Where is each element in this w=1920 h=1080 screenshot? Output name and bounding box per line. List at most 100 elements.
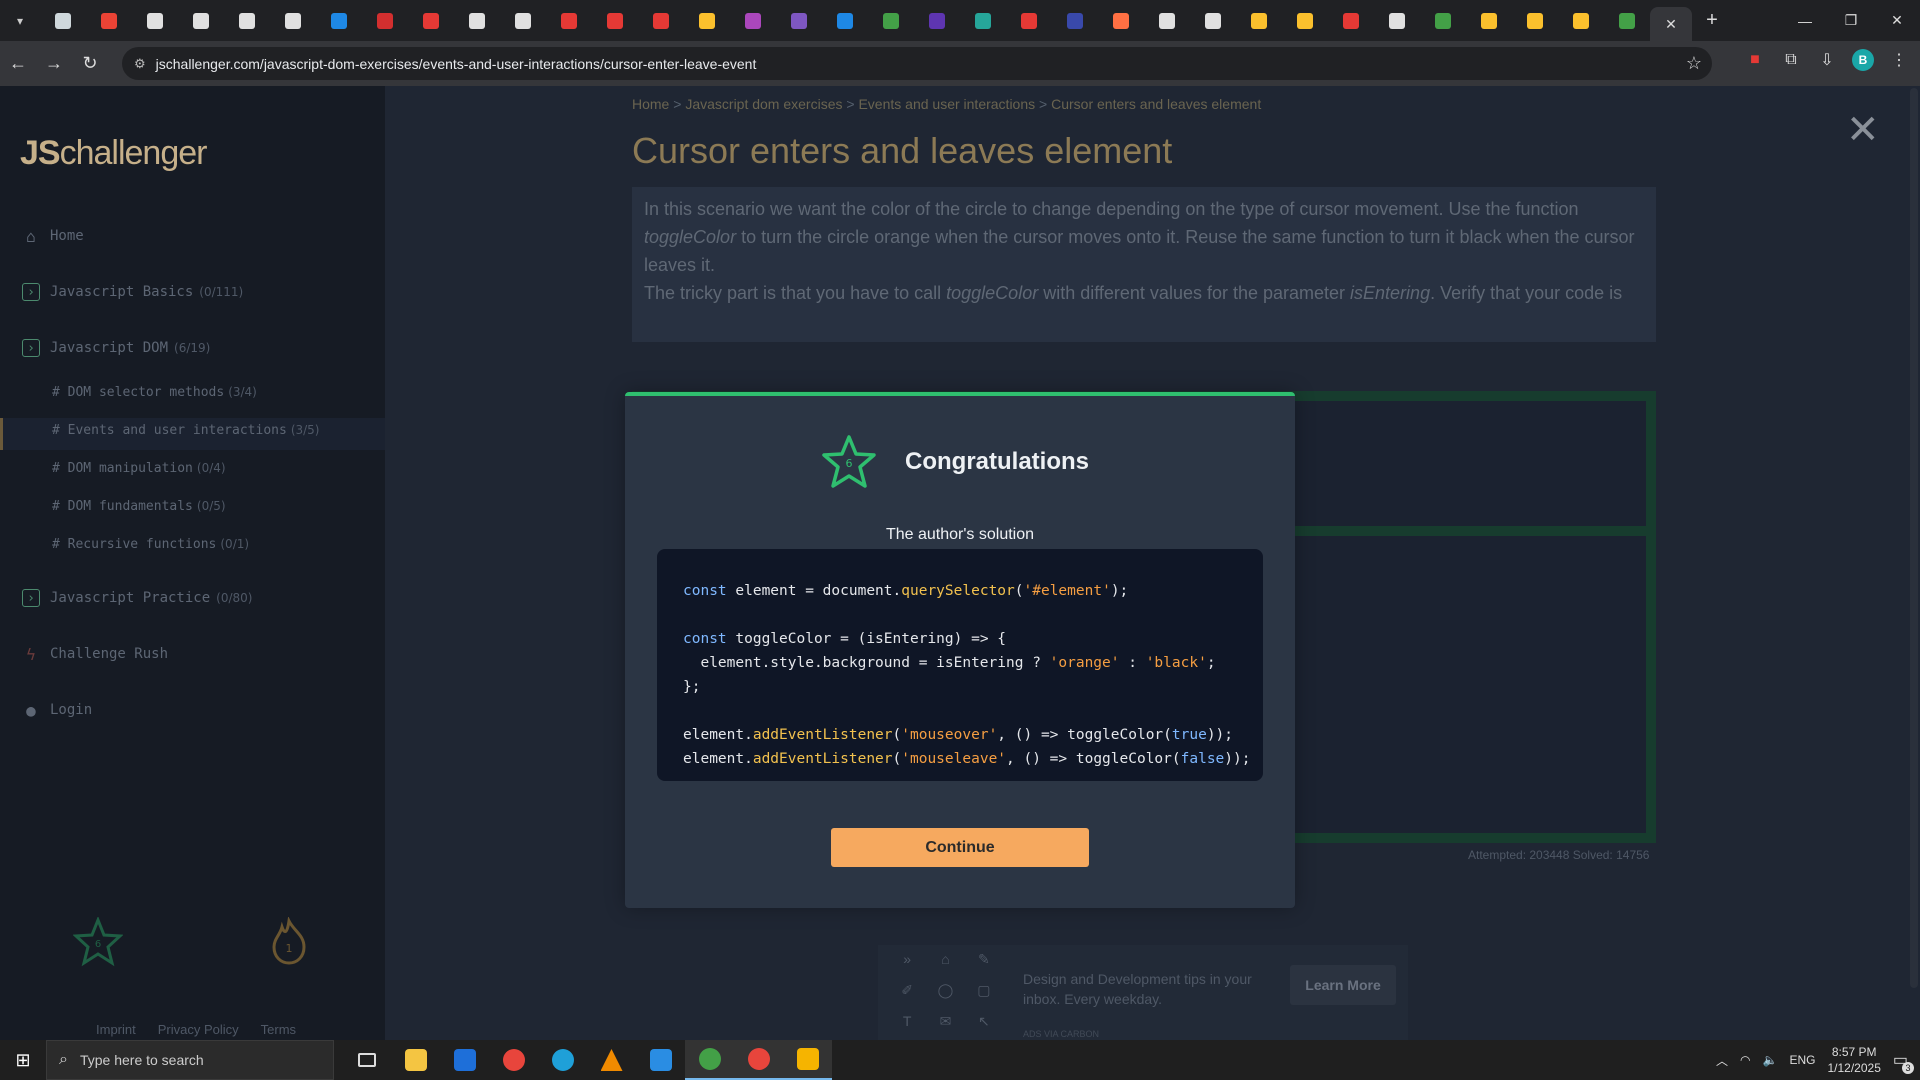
taskbar-search-input[interactable]: ⌕ Type here to search [46, 1040, 334, 1080]
scrollbar-thumb[interactable] [1910, 88, 1918, 988]
browser-tab[interactable] [1052, 0, 1098, 41]
browser-tab[interactable] [546, 0, 592, 41]
browser-tab[interactable] [1604, 0, 1650, 41]
site-info-icon[interactable]: ⚙ [134, 56, 146, 72]
browser-tab[interactable] [1466, 0, 1512, 41]
footer-terms-link[interactable]: Terms [261, 1022, 296, 1037]
sidebar-subitem-recursive-functions[interactable]: # Recursive functions (0/1) [52, 537, 249, 552]
browser-tab[interactable] [178, 0, 224, 41]
sidebar-subitem-dom-manipulation[interactable]: # DOM manipulation (0/4) [52, 461, 226, 476]
edge-icon[interactable] [538, 1040, 587, 1080]
sidebar-subitem-dom-selector-methods[interactable]: # DOM selector methods (3/4) [52, 385, 257, 400]
notifications-icon[interactable]: ▭ 3 [1893, 1050, 1914, 1074]
sidebar-subitem-dom-fundamentals[interactable]: # DOM fundamentals (0/5) [52, 499, 226, 514]
browser-tab[interactable] [914, 0, 960, 41]
browser-tab[interactable] [316, 0, 362, 41]
breadcrumb-home[interactable]: Home [632, 96, 669, 112]
extensions-puzzle-icon[interactable]: ⧉ [1780, 49, 1802, 71]
reload-icon[interactable]: ↻ [72, 46, 108, 82]
browser-tab[interactable] [730, 0, 776, 41]
browser-tab[interactable] [40, 0, 86, 41]
browser-tab[interactable] [1282, 0, 1328, 41]
network-icon[interactable]: ◠ [1740, 1053, 1750, 1067]
file-explorer-icon[interactable] [391, 1040, 440, 1080]
browser-tab[interactable] [1420, 0, 1466, 41]
footer-imprint-link[interactable]: Imprint [96, 1022, 136, 1037]
browser-tab[interactable] [224, 0, 270, 41]
url-text: jschallenger.com/javascript-dom-exercise… [155, 55, 757, 72]
browser-tab[interactable] [1144, 0, 1190, 41]
tab-search-menu-icon[interactable]: ▾ [0, 0, 40, 41]
tab-active-close-icon[interactable]: ✕ [1650, 7, 1692, 41]
browser-tab[interactable] [1098, 0, 1144, 41]
browser-tab[interactable] [362, 0, 408, 41]
browser-tab[interactable] [132, 0, 178, 41]
sidebar-item-count: (0/111) [199, 285, 244, 299]
browser-tab[interactable] [1374, 0, 1420, 41]
chrome-profile-icon[interactable] [685, 1040, 734, 1080]
modal-header: 6 Congratulations [821, 434, 1089, 490]
ad-learn-more-button[interactable]: Learn More [1290, 965, 1396, 1005]
clock[interactable]: 8:57 PM 1/12/2025 [1827, 1044, 1880, 1076]
recorder-extension-icon[interactable]: ■ [1744, 49, 1766, 71]
address-bar[interactable]: ⚙ jschallenger.com/javascript-dom-exerci… [122, 47, 1712, 80]
browser-tab[interactable] [1512, 0, 1558, 41]
continue-button[interactable]: Continue [831, 828, 1089, 867]
sidebar-item-label: Javascript DOM [50, 340, 169, 356]
browser-tab[interactable] [592, 0, 638, 41]
vlc-icon[interactable] [587, 1040, 636, 1080]
browser-tab[interactable] [684, 0, 730, 41]
browser-tab[interactable] [1006, 0, 1052, 41]
browser-tab[interactable] [454, 0, 500, 41]
close-icon[interactable]: ✕ [1846, 110, 1880, 150]
breadcrumb-topic[interactable]: Events and user interactions [858, 96, 1035, 112]
sidebar-subitem-events-and-user-interactions[interactable]: # Events and user interactions (3/5) [52, 423, 320, 438]
tray-chevron-icon[interactable]: ︿ [1716, 1052, 1728, 1069]
download-icon[interactable]: ⇩ [1816, 49, 1838, 71]
browser-tab[interactable] [776, 0, 822, 41]
page-scrollbar[interactable] [1906, 86, 1920, 1040]
profile-avatar[interactable]: B [1852, 49, 1874, 71]
browser-tab[interactable] [1190, 0, 1236, 41]
sidebar-item-javascript-dom[interactable]: › Javascript DOM (6/19) [22, 339, 210, 357]
browser-tab[interactable] [1328, 0, 1374, 41]
bookmark-star-icon[interactable]: ☆ [1686, 53, 1702, 74]
browser-tab[interactable] [500, 0, 546, 41]
minimize-icon[interactable]: — [1782, 0, 1828, 41]
carbon-ad[interactable]: » ⌂ ✎ ✐ ◯ ▢ T ✉ ↖ Design and Development tips … [878, 945, 1408, 1040]
back-icon[interactable]: ← [0, 46, 36, 82]
windows-start-icon[interactable]: ⊞ [0, 1040, 46, 1080]
sidebar-item-javascript-basics[interactable]: › Javascript Basics (0/111) [22, 283, 243, 301]
close-window-icon[interactable]: ✕ [1874, 0, 1920, 41]
chrome-menu-icon[interactable]: ⋮ [1888, 49, 1910, 71]
browser-tab[interactable] [408, 0, 454, 41]
subitem-label: # Recursive functions [52, 537, 217, 552]
browser-tab[interactable] [822, 0, 868, 41]
sidebar-item-javascript-practice[interactable]: › Javascript Practice (0/80) [22, 589, 252, 607]
browser-tab[interactable] [638, 0, 684, 41]
browser-tab[interactable] [86, 0, 132, 41]
browser-tab[interactable] [960, 0, 1006, 41]
restore-icon[interactable]: ❐ [1828, 0, 1874, 41]
chrome-profile-2-icon[interactable] [734, 1040, 783, 1080]
sidebar-item-challenge-rush[interactable]: ϟ Challenge Rush [22, 645, 168, 664]
volume-icon[interactable]: 🔈 [1763, 1053, 1778, 1067]
site-logo[interactable]: JSchallenger [20, 134, 207, 173]
code-token: true [1171, 727, 1207, 743]
chrome-icon[interactable] [489, 1040, 538, 1080]
browser-tab[interactable] [270, 0, 316, 41]
task-view-icon[interactable] [342, 1040, 391, 1080]
trello-icon[interactable] [440, 1040, 489, 1080]
footer-privacy-link[interactable]: Privacy Policy [158, 1022, 239, 1037]
breadcrumb-section[interactable]: Javascript dom exercises [685, 96, 842, 112]
browser-tab[interactable] [1236, 0, 1282, 41]
sidebar-item-login[interactable]: ● Login [22, 701, 92, 720]
language-indicator[interactable]: ENG [1789, 1053, 1815, 1067]
vscode-icon[interactable] [636, 1040, 685, 1080]
browser-tab[interactable] [1558, 0, 1604, 41]
notes-app-icon[interactable] [783, 1040, 832, 1080]
forward-icon[interactable]: → [36, 46, 72, 82]
browser-tab[interactable] [868, 0, 914, 41]
new-tab-button[interactable]: + [1692, 9, 1732, 32]
sidebar-item-home[interactable]: ⌂ Home [22, 227, 84, 246]
